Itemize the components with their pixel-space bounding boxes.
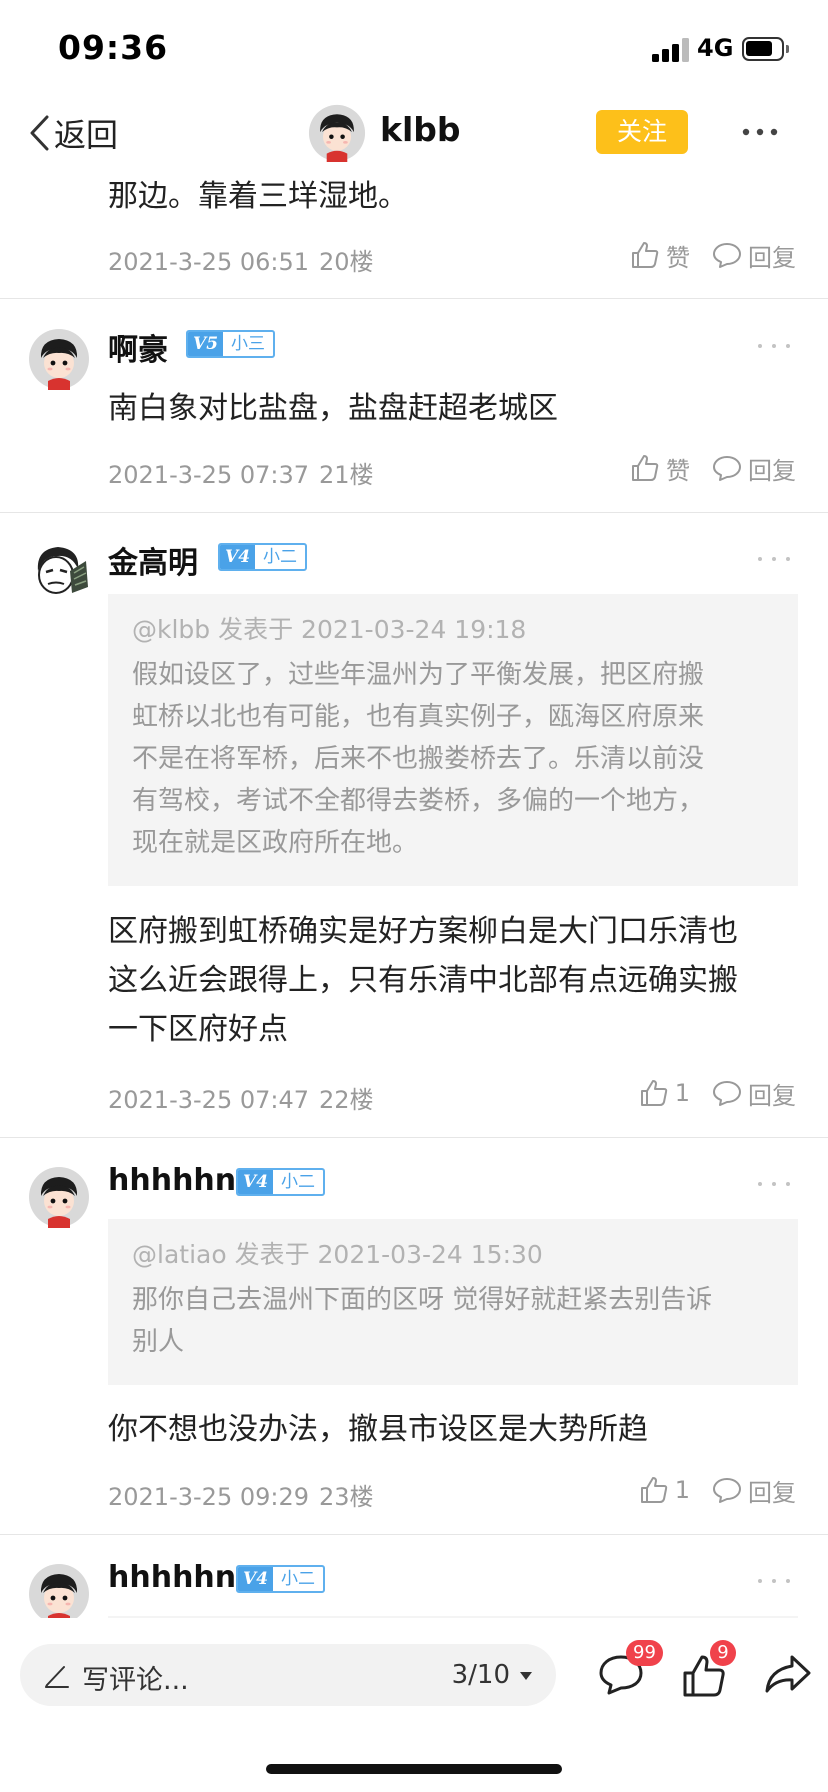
commenter-name[interactable]: hhhhhn (108, 1163, 236, 1198)
divider (0, 298, 828, 299)
comment-more-icon[interactable] (758, 342, 792, 352)
comment-text: 南白象对比盐盘，盐盘赶超老城区 (108, 391, 558, 426)
like-button[interactable]: 1 (639, 1078, 690, 1108)
pen-icon (45, 1666, 69, 1688)
write-comment-placeholder: 写评论... (82, 1665, 189, 1696)
comment-time: 2021-3-25 07:47 (108, 1086, 309, 1114)
divider (0, 512, 828, 513)
like-count-badge: 9 (710, 1640, 736, 1666)
reply-label: 回复 (748, 456, 796, 485)
like-button[interactable]: 赞 (630, 451, 690, 486)
quote-meta: @klbb 发表于 2021-03-24 19:18 (132, 615, 527, 644)
bottom-bar: 写评论... 3/10 99 9 (0, 1618, 828, 1728)
comment-more-icon[interactable] (758, 1577, 792, 1587)
commenter-avatar[interactable] (28, 328, 90, 390)
reply-button[interactable]: 回复 (712, 1076, 796, 1111)
quote-text: 假如设区了，过些年温州为了平衡发展，把区府搬 虹桥以北也有可能，也有真实例子，瓯… (132, 660, 705, 858)
comment-time: 2021-3-25 09:29 (108, 1483, 309, 1511)
page-indicator[interactable]: 3/10 (452, 1660, 510, 1690)
commenter-name[interactable]: hhhhhn (108, 1560, 236, 1595)
like-button[interactable]: 1 (639, 1475, 690, 1505)
like-count: 1 (674, 1079, 690, 1107)
like-icon (632, 242, 659, 268)
comment-floor: 22楼 (319, 1086, 374, 1114)
more-icon[interactable] (738, 112, 782, 152)
level-badge: V4 小二 (218, 543, 308, 571)
share-icon[interactable] (764, 1654, 812, 1694)
back-icon (30, 115, 49, 151)
user-avatar[interactable] (308, 104, 366, 162)
comment-more-icon[interactable] (758, 1180, 792, 1190)
signal-icon (652, 38, 690, 62)
divider (0, 1137, 828, 1138)
level-badge: V4 小二 (236, 1565, 326, 1593)
reply-button[interactable]: 回复 (712, 1473, 796, 1508)
comment-more-icon[interactable] (758, 555, 792, 565)
reply-label: 回复 (748, 1478, 796, 1507)
comment-meta: 2021-3-25 07:47 22楼 (108, 1080, 374, 1115)
reply-label: 回复 (748, 1081, 796, 1110)
comment-meta: 2021-3-25 06:51 20楼 (108, 242, 374, 277)
commenter-avatar[interactable] (28, 1166, 90, 1228)
comment-meta: 2021-3-25 07:37 21楼 (108, 455, 374, 490)
commenter-name[interactable]: 啊豪 (108, 325, 168, 369)
status-time: 09:36 (58, 28, 169, 67)
back-label: 返回 (54, 116, 119, 154)
comment-time: 2021-3-25 07:37 (108, 461, 309, 489)
comment-floor: 20楼 (319, 248, 374, 276)
like-icon (640, 1477, 667, 1503)
quoted-comment: @latiao 发表于 2021-03-24 15:30 那你自己去温州下面的区… (108, 1219, 798, 1385)
comment-text: 那边。靠着三垟湿地。 (108, 179, 408, 214)
like-count: 1 (674, 1476, 690, 1504)
nav-bar: 返回 klbb 关注 (0, 96, 828, 170)
comment-count-badge: 99 (626, 1640, 663, 1666)
like-icon (640, 1080, 667, 1106)
like-button[interactable]: 赞 (630, 238, 690, 273)
comment-meta: 2021-3-25 09:29 23楼 (108, 1477, 374, 1512)
quote-text: 那你自己去温州下面的区呀 觉得好就赶紧去别告诉 别人 (132, 1285, 713, 1357)
reply-icon (713, 456, 741, 481)
reply-icon (713, 1081, 741, 1106)
reply-button[interactable]: 回复 (712, 238, 796, 273)
quote-meta: @latiao 发表于 2021-03-24 15:30 (132, 1240, 543, 1269)
commenter-avatar[interactable] (28, 1563, 90, 1625)
comment-text: 你不想也没办法，撤县市设区是大势所趋 (108, 1412, 648, 1447)
like-label: 赞 (666, 243, 690, 272)
reply-icon (713, 243, 741, 268)
follow-button[interactable]: 关注 (596, 110, 688, 154)
commenter-avatar[interactable] (28, 541, 90, 603)
comment-floor: 21楼 (319, 461, 374, 489)
reply-label: 回复 (748, 243, 796, 272)
battery-icon (742, 37, 789, 61)
like-icon (632, 455, 659, 481)
status-bar: 09:36 4G (0, 0, 828, 96)
comment-text: 区府搬到虹桥确实是好方案柳白是大门口乐清也 这么近会跟得上，只有乐清中北部有点远… (108, 914, 738, 1047)
comment-time: 2021-3-25 06:51 (108, 248, 309, 276)
network-type: 4G (697, 34, 734, 62)
comment-floor: 23楼 (319, 1483, 374, 1511)
reply-button[interactable]: 回复 (712, 451, 796, 486)
quoted-comment: @klbb 发表于 2021-03-24 19:18 假如设区了，过些年温州为了… (108, 594, 798, 886)
reply-icon (713, 1478, 741, 1503)
nav-username: klbb (380, 110, 461, 149)
level-badge: V4 小二 (236, 1168, 326, 1196)
write-comment-input[interactable]: 写评论... 3/10 (20, 1644, 556, 1706)
back-button[interactable]: 返回 (28, 110, 118, 156)
commenter-name[interactable]: 金高明 (108, 538, 198, 582)
home-indicator (266, 1764, 562, 1774)
like-label: 赞 (666, 456, 690, 485)
level-badge: V5 小三 (186, 330, 276, 358)
divider (0, 1534, 828, 1535)
caret-down-icon (520, 1672, 532, 1680)
